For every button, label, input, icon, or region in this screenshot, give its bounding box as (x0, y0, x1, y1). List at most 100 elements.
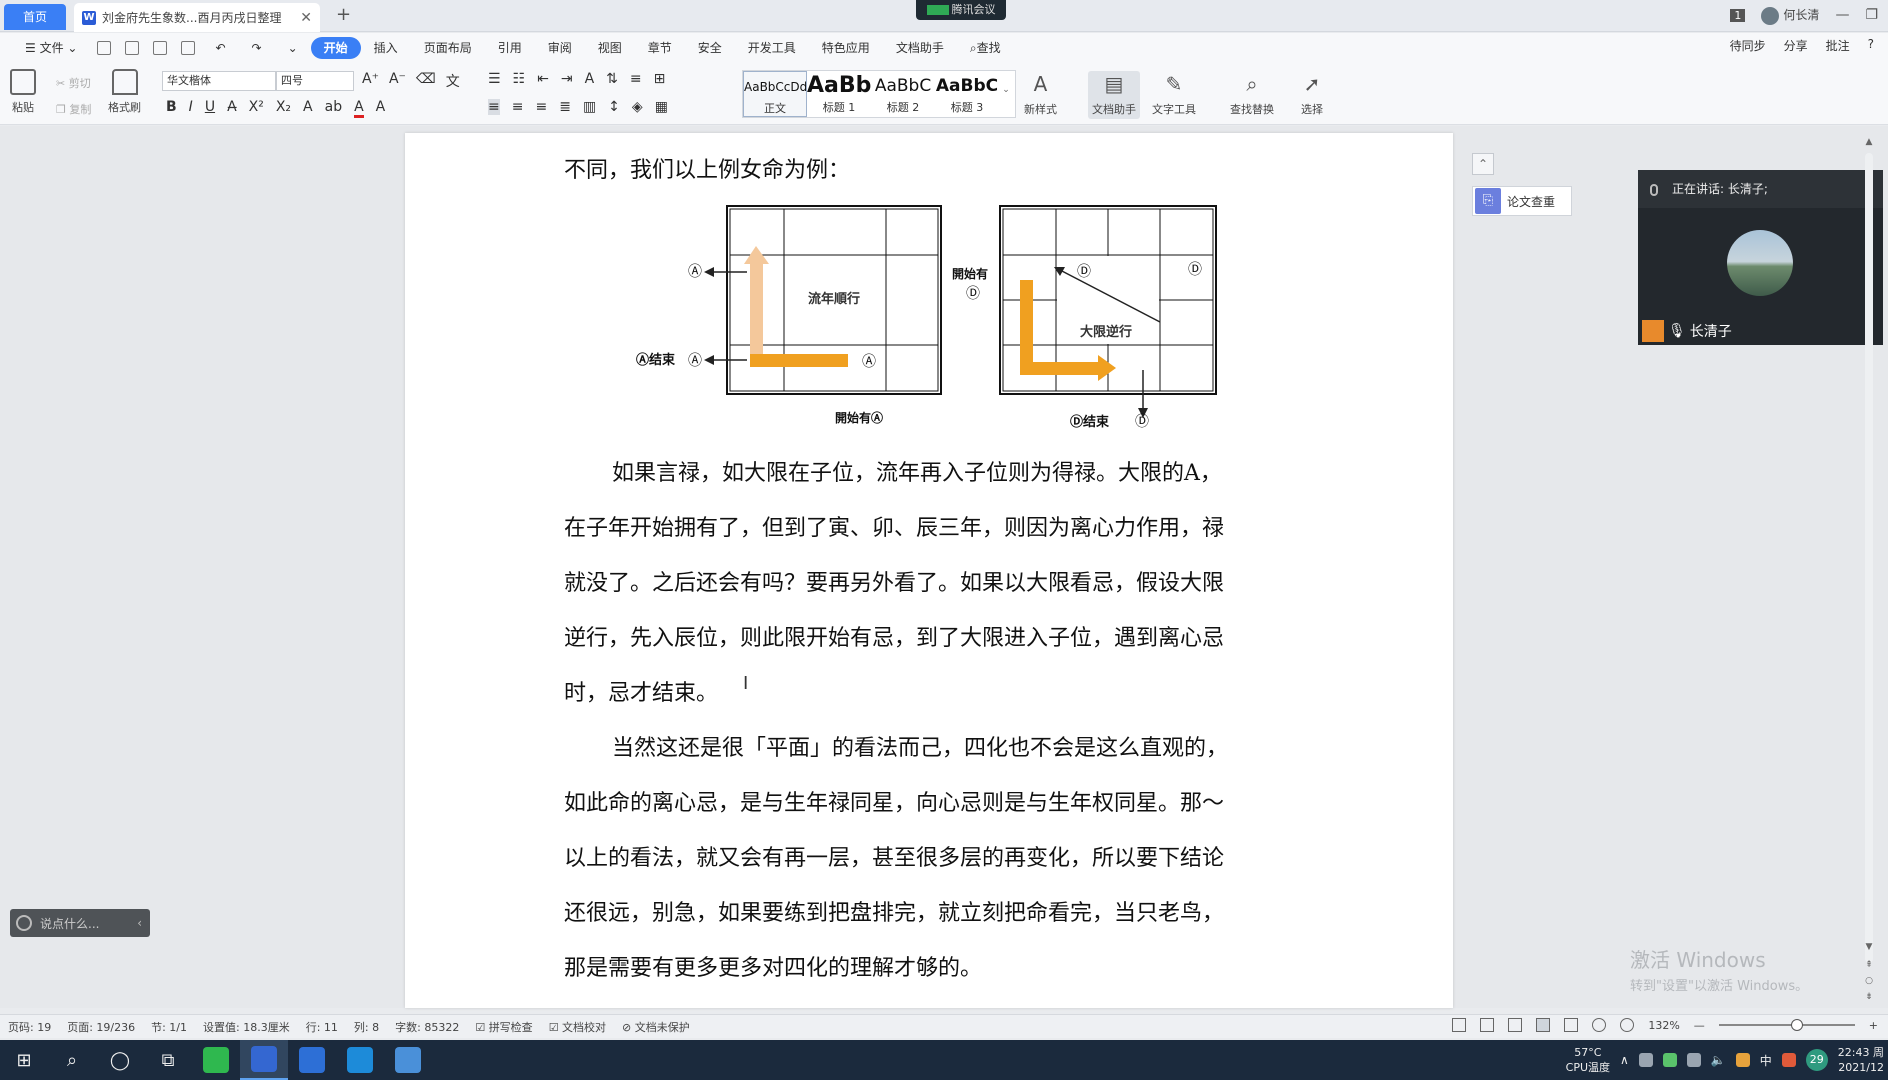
gallery-scroll-icon[interactable]: ⌄ (999, 71, 1013, 117)
bold-icon[interactable]: B (166, 99, 177, 118)
undo-icon[interactable]: ↶ (202, 37, 238, 59)
sync-button[interactable]: 待同步 (1730, 37, 1766, 54)
wechat-app-icon[interactable] (192, 1040, 240, 1080)
text-effect-icon[interactable]: A (303, 99, 313, 118)
find-replace-button[interactable]: ⌕ 查找替换 (1230, 71, 1274, 117)
tray-wechat-icon[interactable] (1662, 1053, 1677, 1067)
restore-button[interactable]: ❐ (1865, 7, 1878, 23)
shrink-font-icon[interactable]: A⁻ (389, 71, 406, 91)
align-right-icon[interactable]: ≡ (535, 99, 547, 115)
tray-icon-1[interactable] (1638, 1053, 1653, 1067)
emoji-icon[interactable] (16, 915, 32, 931)
subscript-icon[interactable]: X₂ (276, 99, 291, 118)
save-icon[interactable] (97, 41, 112, 55)
tray-icon-5[interactable] (1735, 1053, 1750, 1067)
clear-format-icon[interactable]: ⌫ (416, 71, 436, 91)
meeting-badge[interactable]: 腾讯会议 (916, 0, 1006, 20)
share-button[interactable]: 分享 (1784, 37, 1808, 54)
menu-features[interactable]: 特色应用 (809, 37, 883, 59)
italic-icon[interactable]: I (189, 99, 193, 118)
new-style-button[interactable]: A 新样式 (1024, 71, 1057, 117)
line-spacing-icon[interactable]: ≡ (630, 71, 642, 87)
minimize-button[interactable]: — (1835, 7, 1849, 23)
tray-icon-6[interactable] (1781, 1053, 1796, 1067)
menu-search[interactable]: ⌕查找 (957, 37, 1014, 59)
copy-button[interactable]: ❐ 复制 (56, 101, 91, 117)
menu-developer[interactable]: 开发工具 (735, 37, 809, 59)
meeting-chat-box[interactable]: 说点什么... ‹ (10, 909, 150, 937)
next-page-icon[interactable]: ⇟ (1862, 992, 1876, 1002)
redo-icon[interactable]: ↷ (239, 37, 275, 59)
menu-insert[interactable]: 插入 (361, 37, 411, 59)
fullscreen-icon[interactable] (1452, 1018, 1467, 1032)
zoom-slider[interactable] (1718, 1019, 1855, 1031)
system-clock[interactable]: 22:43 周 2021/12 (1838, 1045, 1884, 1075)
zoom-in-icon[interactable]: + (1869, 1019, 1878, 1032)
prev-page-icon[interactable]: ⇞ (1862, 960, 1876, 970)
paste-button[interactable]: 粘贴 (10, 69, 36, 115)
menu-review[interactable]: 审阅 (535, 37, 585, 59)
search-icon[interactable]: ⌕ (48, 1040, 96, 1080)
meeting-video-window[interactable]: 正在讲话: 长清子; 🎙 长清子 (1638, 170, 1883, 345)
style-heading-2[interactable]: AaBbC 标题 2 (871, 71, 935, 117)
decrease-indent-icon[interactable]: ⇤ (537, 71, 549, 87)
wps-app-icon[interactable] (240, 1040, 288, 1080)
task-view-icon[interactable]: ⧉ (144, 1040, 192, 1080)
select-browse-icon[interactable]: ○ (1862, 976, 1876, 986)
menu-reference[interactable]: 引用 (485, 37, 535, 59)
proofread-button[interactable]: ☑ 文档校对 (549, 1019, 606, 1035)
notification-badge[interactable]: 29 (1805, 1049, 1828, 1071)
volume-icon[interactable]: 🔈 (1711, 1053, 1726, 1067)
font-size-select[interactable]: 四号 (276, 71, 354, 91)
doc-assistant-button[interactable]: ▤ 文档助手 (1088, 71, 1140, 119)
font-name-select[interactable]: 华文楷体 (162, 71, 276, 91)
outline-view-icon[interactable] (1564, 1018, 1579, 1032)
collapse-panel-button[interactable]: ⌃ (1472, 153, 1494, 175)
app-icon-3[interactable] (288, 1040, 336, 1080)
sort-icon[interactable]: ⇅ (606, 71, 618, 87)
menu-home[interactable]: 开始 (310, 37, 361, 59)
style-heading-1[interactable]: AaBb 标题 1 (807, 71, 871, 117)
tab-document[interactable]: W 刘金府先生象数...酉月丙戌日整理 ✕ (74, 3, 320, 32)
more-icon[interactable]: ⌄ (275, 37, 311, 59)
zoom-out-icon[interactable]: — (1694, 1019, 1705, 1032)
underline-icon[interactable]: U (205, 99, 215, 118)
font-color-icon[interactable]: A (354, 99, 364, 118)
menu-view[interactable]: 视图 (585, 37, 635, 59)
style-heading-3[interactable]: AaBbC 标题 3 (935, 71, 999, 117)
page-view-icon[interactable] (1536, 1018, 1551, 1032)
status-word-count[interactable]: 字数: 85322 (395, 1019, 459, 1035)
zoom-slider-thumb[interactable] (1790, 1019, 1803, 1031)
web-view-icon[interactable] (1592, 1018, 1607, 1032)
essay-check-button[interactable]: ⎘ 论文查重 (1472, 186, 1572, 216)
menu-chapter[interactable]: 章节 (635, 37, 685, 59)
user-account[interactable]: 何长清 (1761, 6, 1819, 25)
read-view-icon[interactable] (1480, 1018, 1495, 1032)
char-shading-icon[interactable]: A (376, 99, 386, 118)
menu-layout[interactable]: 页面布局 (411, 37, 485, 59)
vertical-scrollbar[interactable] (1862, 133, 1876, 1008)
superscript-icon[interactable]: X² (249, 99, 264, 118)
network-icon[interactable] (1686, 1053, 1701, 1067)
eye-protect-icon[interactable] (1620, 1018, 1635, 1032)
menu-file[interactable]: ☰ 文件 ⌄ (12, 37, 90, 59)
align-center-icon[interactable]: ≡ (512, 99, 524, 115)
scroll-down-icon[interactable]: ▼ (1862, 942, 1876, 952)
comment-button[interactable]: 批注 (1826, 37, 1850, 54)
grow-font-icon[interactable]: A⁺ (362, 71, 379, 91)
menu-security[interactable]: 安全 (685, 37, 735, 59)
window-count-badge[interactable]: 1 (1730, 8, 1746, 22)
style-normal[interactable]: AaBbCcDd 正文 (743, 71, 807, 117)
select-button[interactable]: ➚ 选择 (1298, 71, 1326, 117)
cortana-icon[interactable]: ◯ (96, 1040, 144, 1080)
collapse-chat-icon[interactable]: ‹ (137, 916, 142, 930)
ime-indicator[interactable]: 中 (1760, 1052, 1772, 1069)
increase-indent-icon[interactable]: ⇥ (561, 71, 573, 87)
text-tool-button[interactable]: ✎ 文字工具 (1152, 71, 1196, 117)
zoom-level[interactable]: 132% (1648, 1019, 1679, 1032)
app-icon-5[interactable] (384, 1040, 432, 1080)
table-icon[interactable]: ⊞ (654, 71, 666, 87)
distribute-icon[interactable]: ▥ (583, 99, 596, 115)
border-icon[interactable]: ▦ (655, 99, 668, 115)
align-left-icon[interactable]: ≡ (488, 99, 500, 115)
